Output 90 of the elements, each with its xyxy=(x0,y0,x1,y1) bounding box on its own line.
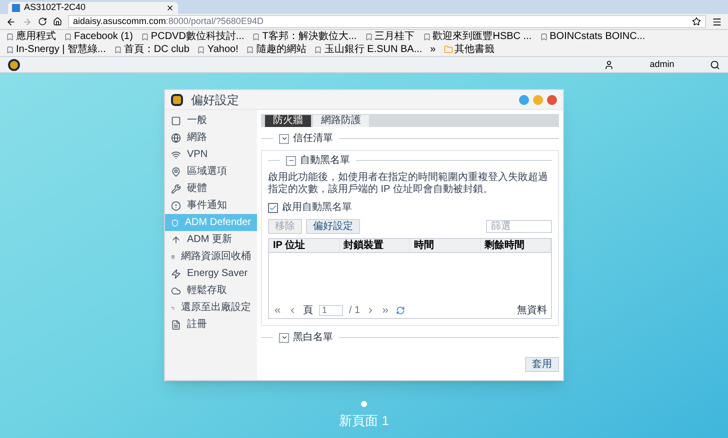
bookmark-icon xyxy=(540,32,548,40)
bookmark-link[interactable]: PCDVD數位科技討... xyxy=(140,30,244,43)
enable-checkbox[interactable]: 啟用自動黑名單 xyxy=(268,200,552,215)
bookmark-link[interactable]: 玉山銀行 E.SUN BA... xyxy=(314,43,422,56)
bookmark-link[interactable]: Yahoo! xyxy=(197,43,238,56)
refresh-icon[interactable] xyxy=(396,306,406,315)
tab[interactable]: 網路防護 xyxy=(313,115,369,127)
toolbar-button[interactable]: 偏好設定 xyxy=(306,219,360,234)
sidebar-item[interactable]: Energy Saver xyxy=(165,265,257,282)
browser-tab[interactable]: AS3102T-2C40 xyxy=(8,2,178,14)
wifi-icon xyxy=(171,150,181,160)
settings-icon xyxy=(171,94,183,106)
more-bookmarks[interactable]: » xyxy=(430,43,436,56)
column-header[interactable]: IP 位址 xyxy=(269,239,340,252)
sidebar-item[interactable]: ADM 更新 xyxy=(165,231,257,248)
sidebar-item[interactable]: 輕鬆存取 xyxy=(165,282,257,299)
site-icon xyxy=(12,4,20,12)
page-total: / 1 xyxy=(349,304,360,318)
home-icon[interactable] xyxy=(53,17,62,26)
sidebar-item[interactable]: 還原至出廠設定 xyxy=(165,299,257,316)
previous-page-icon[interactable] xyxy=(288,306,297,315)
bookmark-icon xyxy=(114,46,122,54)
bookmark-link[interactable]: T客邦：解決數位大... xyxy=(252,30,357,43)
star-icon[interactable] xyxy=(692,17,701,26)
bookmark-link[interactable]: BOINCstats BOINC... xyxy=(540,30,646,43)
sidebar-item[interactable]: 網路 xyxy=(165,129,257,146)
section-toggle[interactable]: 信任清單 xyxy=(277,131,335,146)
square-icon xyxy=(171,116,181,126)
sidebar-item[interactable]: 網路資源回收桶 xyxy=(165,248,257,265)
sidebar-item[interactable]: 註冊 xyxy=(165,316,257,333)
empty-message: 無資料 xyxy=(517,304,547,318)
bookmark-icon xyxy=(140,32,149,40)
user-name: admin xyxy=(648,58,676,71)
column-header[interactable]: 時間 xyxy=(410,239,480,252)
close-button[interactable] xyxy=(547,94,557,104)
bookmark-link[interactable]: 歡迎來到匯豐HSBC ... xyxy=(422,30,532,43)
section-toggle[interactable]: 自動黑名單 xyxy=(284,153,352,168)
cloud-icon xyxy=(171,286,181,296)
reload-icon[interactable] xyxy=(38,17,47,26)
close-icon[interactable] xyxy=(166,4,174,12)
bookmark-icon xyxy=(64,32,72,40)
alert-icon xyxy=(171,200,181,210)
tab[interactable]: 防火牆 xyxy=(265,115,311,127)
checkbox[interactable] xyxy=(268,202,278,212)
shield-icon xyxy=(171,218,179,228)
sidebar-item[interactable]: VPN xyxy=(165,146,257,163)
collapse-icon xyxy=(286,156,296,166)
expand-icon xyxy=(279,134,289,144)
last-page-icon[interactable] xyxy=(381,306,390,315)
sidebar-item[interactable]: 區域選項 xyxy=(165,163,257,180)
bookmark-icon xyxy=(314,46,322,54)
bookmark-link[interactable]: 三月桂下 xyxy=(364,30,415,43)
section-toggle[interactable]: 黑白名單 xyxy=(277,330,335,345)
bookmark-link[interactable]: 首頁：DC club xyxy=(114,43,190,56)
bookmark-link[interactable]: In-Snergy | 智慧綠... xyxy=(6,43,106,56)
expand-icon xyxy=(279,332,289,342)
wrench-icon xyxy=(171,184,181,194)
apply-button[interactable]: 套用 xyxy=(525,357,559,372)
back-icon[interactable] xyxy=(6,16,16,26)
sidebar-item[interactable]: 一般 xyxy=(165,112,257,129)
search-icon[interactable] xyxy=(710,60,720,70)
lightning-icon xyxy=(171,268,181,278)
document-icon xyxy=(171,320,181,330)
sidebar-item[interactable]: 事件通知 xyxy=(165,197,257,214)
first-page-icon[interactable] xyxy=(273,306,282,315)
sidebar-item[interactable]: 硬體 xyxy=(165,180,257,197)
folder-icon xyxy=(444,45,453,54)
pin-icon xyxy=(171,166,181,176)
bookmark-link[interactable]: Facebook (1) xyxy=(64,30,133,43)
app-logo-icon[interactable] xyxy=(8,58,20,70)
bookmark-link[interactable]: 應用程式 xyxy=(6,30,56,43)
bookmark-icon xyxy=(422,32,431,40)
address-field[interactable]: aidaisy.asuscomm.com:8000/portal/?5680E94D xyxy=(68,15,706,28)
column-header[interactable]: 剩餘時間 xyxy=(480,239,551,252)
bookmark-link[interactable]: 隨趣的網站 xyxy=(246,43,306,56)
column-header[interactable]: 封鎖裝置 xyxy=(340,239,410,252)
up-arrow-icon xyxy=(171,234,181,244)
tab-title: AS3102T-2C40 xyxy=(24,1,86,14)
user-icon[interactable] xyxy=(604,60,614,70)
description-text: 啟用此功能後，如使用者在指定的時間範圍內重複登入失敗超過指定的次數，該用戶端的 IP 位址即會自動被封鎖。 xyxy=(268,172,549,196)
page-field[interactable]: 1 xyxy=(319,305,343,316)
bookmark-icon xyxy=(364,32,373,40)
page-label: 頁 xyxy=(303,304,313,318)
globe-icon xyxy=(171,132,181,142)
bookmark-icon xyxy=(197,46,206,54)
bookmark-folder[interactable]: 其他書籤 xyxy=(444,43,495,56)
desktop-page-label: 新頁面 1 xyxy=(339,412,389,430)
dialog-title: 偏好設定 xyxy=(191,92,239,108)
menu-icon[interactable] xyxy=(712,16,722,26)
filter-field[interactable]: 篩選 xyxy=(486,220,552,233)
